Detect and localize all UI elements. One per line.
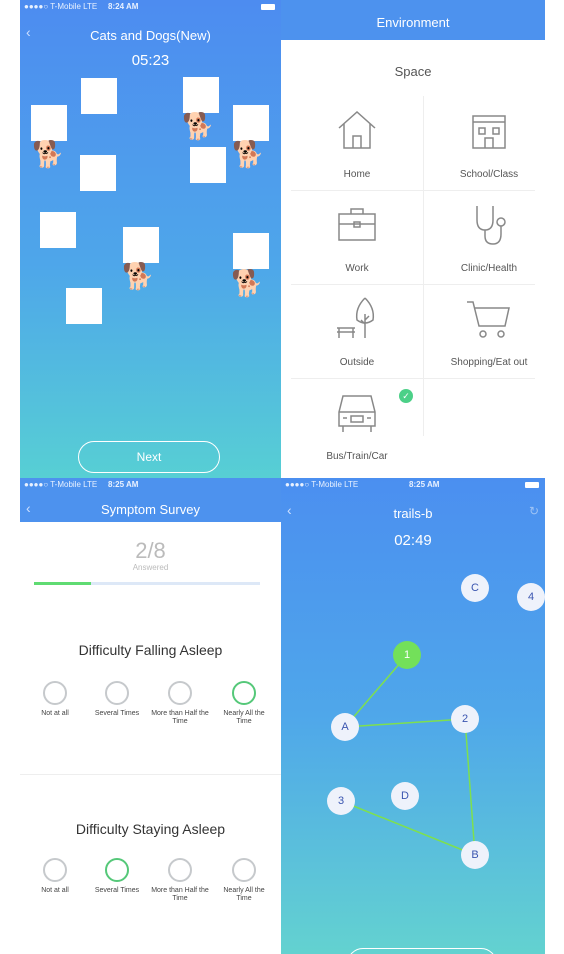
dog-icon: 🐕 — [32, 139, 65, 169]
game-card[interactable] — [80, 155, 116, 191]
radio-ring-icon — [232, 681, 256, 705]
space-option-label: Clinic/Health — [460, 263, 518, 274]
trail-node-2[interactable]: 2 — [451, 705, 479, 733]
dog-icon: 🐕 — [232, 139, 265, 169]
radio-ring-icon — [105, 681, 129, 705]
space-option-clinic[interactable]: Clinic/Health — [423, 190, 545, 284]
trails-b-screen: ●●●●○ T-Mobile LTE 8:25 AM ‹ trails-b ↻ … — [281, 478, 545, 954]
answer-option-label: Several Times — [94, 710, 140, 717]
answer-option-label: Nearly All the Time — [223, 887, 265, 902]
school-icon — [472, 115, 506, 149]
dog-icon: 🐕 — [231, 268, 264, 298]
question-title: Difficulty Falling Asleep — [78, 642, 223, 658]
cart-icon — [467, 301, 510, 338]
bottom-button[interactable] — [347, 948, 497, 954]
radio-ring-icon — [232, 858, 256, 882]
answer-option-label: Not at all — [41, 710, 69, 717]
trail-node-4[interactable]: 4 — [517, 583, 545, 611]
space-option-home[interactable]: Home — [291, 96, 423, 190]
environment-screen: Environment Space Home School/Class Work… — [281, 0, 545, 478]
survey-progress-bar — [34, 582, 260, 585]
radio-ring-icon — [105, 858, 129, 882]
trail-lines — [340, 654, 476, 856]
car-icon — [338, 395, 376, 432]
battery-icon — [261, 4, 275, 10]
header: Environment — [281, 0, 545, 40]
game-card[interactable] — [183, 77, 219, 113]
question-title: Difficulty Staying Asleep — [75, 821, 226, 837]
symptom-survey-screen: ●●●●○ T-Mobile LTE 8:25 AM ‹ Symptom Sur… — [20, 478, 281, 954]
cats-and-dogs-screen: ●●●●○ T-Mobile LTE 8:24 AM ‹ Cats and Do… — [20, 0, 281, 478]
house-icon — [338, 110, 376, 149]
progress-fill — [34, 582, 91, 585]
space-option-work[interactable]: Work — [291, 190, 423, 284]
carrier-text: ●●●●○ T-Mobile LTE — [24, 480, 98, 489]
carrier-text: ●●●●○ T-Mobile LTE — [24, 2, 98, 11]
answered-label: Answered — [132, 563, 169, 572]
game-card[interactable] — [81, 78, 117, 114]
game-card[interactable] — [40, 212, 76, 248]
space-option-school[interactable]: School/Class — [423, 96, 545, 190]
page-title: Cats and Dogs(New) — [90, 28, 211, 43]
answer-option-label: More than Half the Time — [151, 710, 209, 725]
trail-node-a[interactable]: A — [331, 713, 359, 741]
next-button[interactable]: Next — [78, 441, 220, 473]
space-option-label: School/Class — [459, 169, 519, 180]
answer-option[interactable]: Several Times — [88, 858, 146, 895]
tree-bench-icon — [337, 297, 375, 338]
answered-count: 2/8 — [135, 538, 166, 563]
space-option-label: Shopping/Eat out — [450, 357, 528, 368]
section-title: Space — [394, 64, 432, 79]
answer-option[interactable]: Nearly All the Time — [215, 858, 273, 903]
answer-option[interactable]: Nearly All the Time — [215, 681, 273, 726]
radio-ring-icon — [168, 858, 192, 882]
header: ●●●●○ T-Mobile LTE 8:25 AM ‹ Symptom Sur… — [20, 478, 281, 522]
trail-node-b[interactable]: B — [461, 841, 489, 869]
status-bar: ●●●●○ T-Mobile LTE 8:25 AM — [20, 478, 281, 492]
trail-line — [464, 718, 476, 856]
answer-option[interactable]: More than Half the Time — [151, 858, 209, 903]
dog-icon: 🐕 — [122, 261, 155, 291]
stethoscope-icon — [476, 206, 506, 245]
dog-icon: 🐕 — [182, 111, 215, 141]
divider — [20, 774, 281, 775]
radio-ring-icon — [168, 681, 192, 705]
game-card[interactable] — [66, 288, 102, 324]
space-option-outside[interactable]: Outside — [291, 284, 423, 378]
radio-ring-icon — [43, 858, 67, 882]
answer-option[interactable]: Not at all — [26, 858, 84, 895]
trail-node-d[interactable]: D — [391, 782, 419, 810]
space-option-label: Bus/Train/Car — [326, 451, 388, 462]
answer-option-label: Not at all — [41, 887, 69, 894]
answer-option-label: Several Times — [94, 887, 140, 894]
game-card[interactable] — [233, 233, 269, 269]
game-timer: 05:23 — [131, 52, 170, 69]
game-card[interactable] — [123, 227, 159, 263]
space-option-label: Work — [345, 263, 369, 274]
answer-option-label: Nearly All the Time — [223, 710, 265, 725]
game-card[interactable] — [31, 105, 67, 141]
trail-node-3[interactable]: 3 — [327, 787, 355, 815]
space-option-label: Outside — [339, 357, 375, 368]
trail-line — [344, 718, 466, 728]
page-title: Symptom Survey — [101, 502, 200, 517]
page-title: Environment — [376, 15, 450, 30]
check-icon: ✓ — [399, 389, 413, 403]
space-option-shopping[interactable]: Shopping/Eat out — [423, 284, 545, 378]
answer-option-label: More than Half the Time — [151, 887, 209, 902]
game-card[interactable] — [190, 147, 226, 183]
briefcase-icon — [338, 208, 376, 241]
answer-option[interactable]: More than Half the Time — [151, 681, 209, 726]
answer-option[interactable]: Not at all — [26, 681, 84, 718]
space-option-label: Home — [343, 169, 371, 180]
status-bar: ●●●●○ T-Mobile LTE 8:24 AM — [20, 0, 281, 14]
answer-option[interactable]: Several Times — [88, 681, 146, 718]
status-time: 8:24 AM — [108, 2, 139, 11]
trail-node-1[interactable]: 1 — [393, 641, 421, 669]
radio-ring-icon — [43, 681, 67, 705]
status-time: 8:25 AM — [108, 480, 139, 489]
game-card[interactable] — [233, 105, 269, 141]
trail-node-c[interactable]: C — [461, 574, 489, 602]
